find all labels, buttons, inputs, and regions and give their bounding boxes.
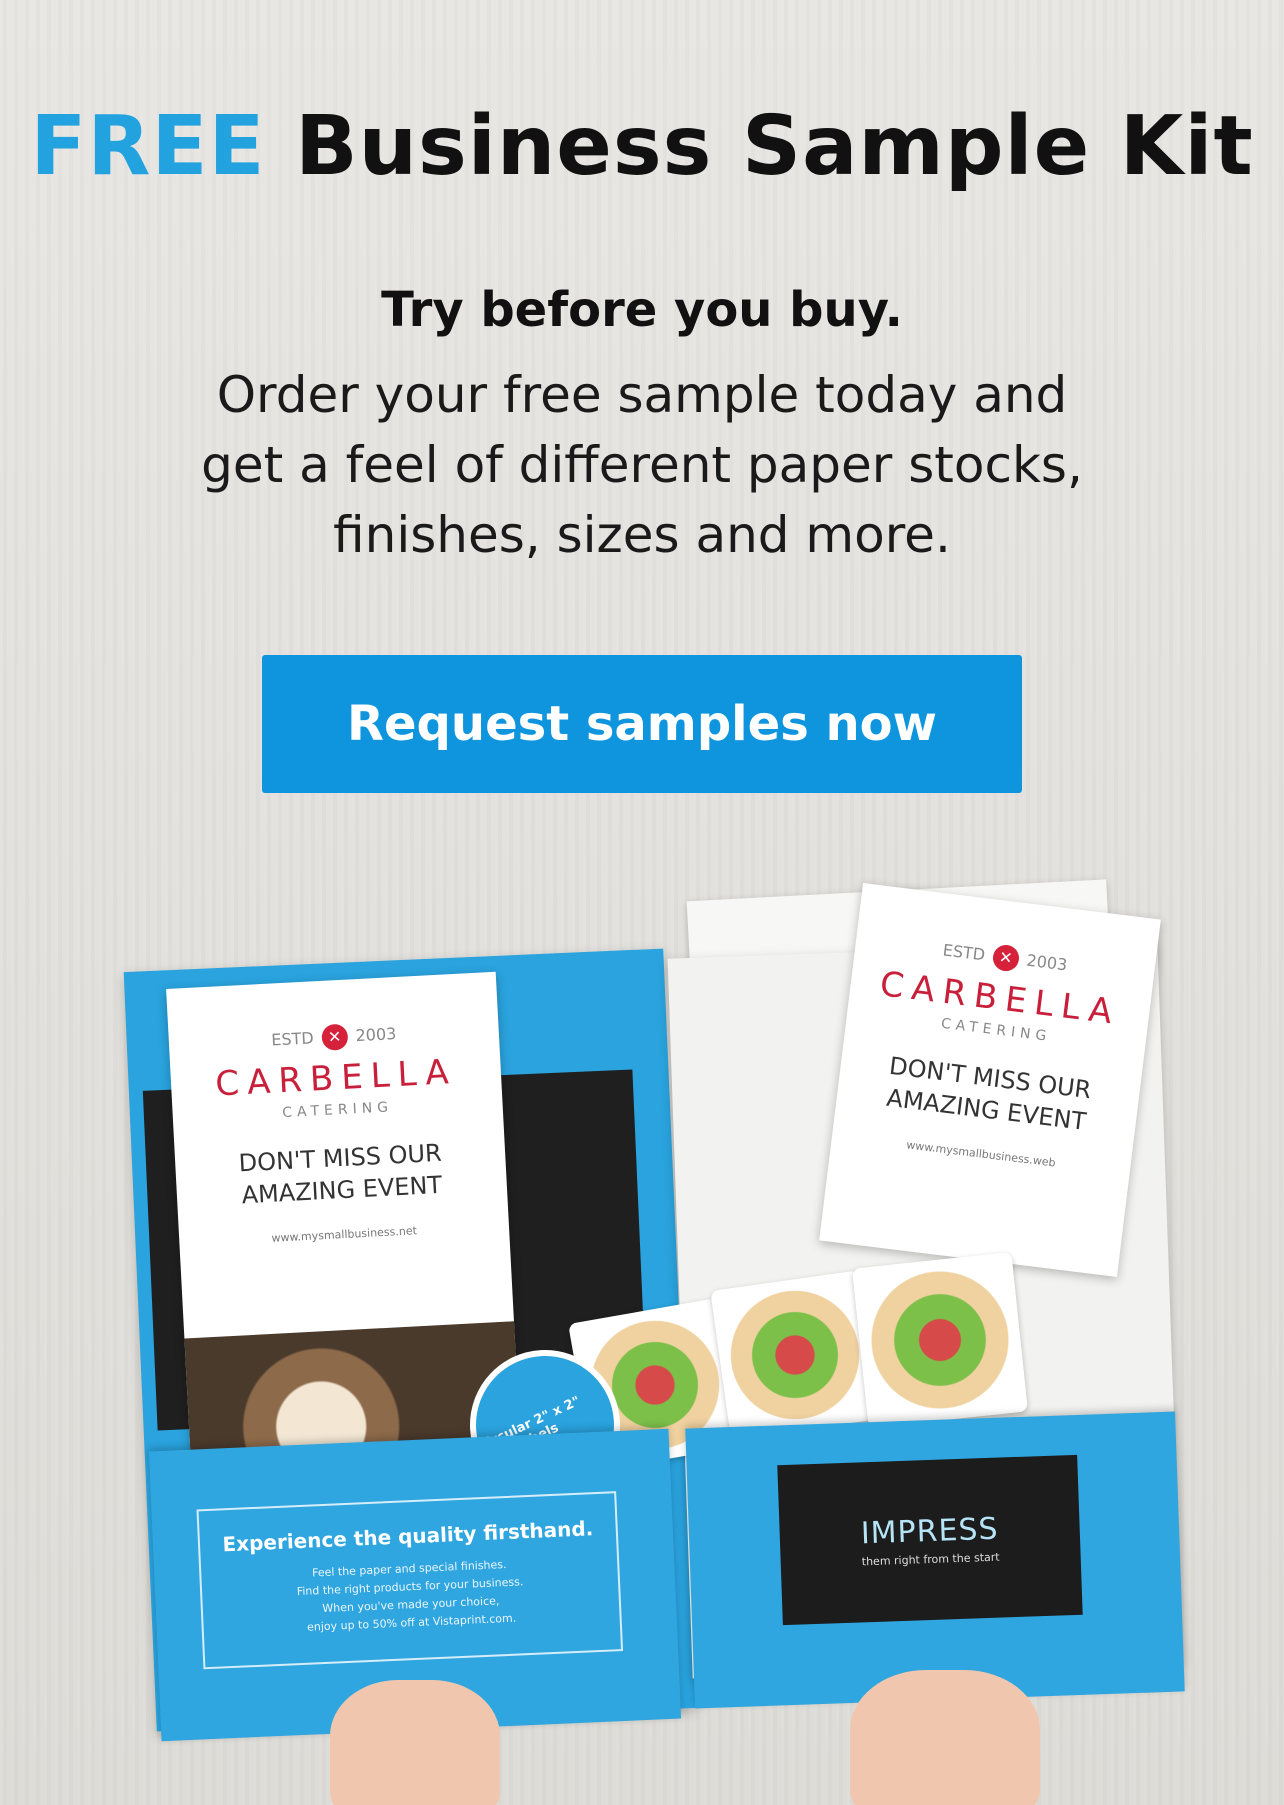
pocket-text: Feel the paper and special finishes. Fin… bbox=[296, 1557, 524, 1634]
headline-free: FREE bbox=[30, 99, 266, 194]
request-samples-button[interactable]: Request samples now bbox=[262, 655, 1022, 793]
sample-kit-photo: ESTD ✕ 2003 CARBELLA CATERING DON'T MISS O… bbox=[80, 879, 1210, 1805]
business-card-name: IMPRESS bbox=[860, 1511, 1000, 1552]
business-card: IMPRESS them right from the start bbox=[777, 1454, 1083, 1626]
label-sample bbox=[852, 1252, 1028, 1428]
flyer-url: www.mysmallbusiness.net bbox=[271, 1224, 418, 1245]
promo-page: FREE Business Sample Kit Try before you … bbox=[0, 0, 1284, 1805]
postcard: ESTD ✕ 2003 CARBELLA CATERING DON'T MISS O… bbox=[819, 883, 1161, 1277]
headline-rest: Business Sample Kit bbox=[295, 99, 1254, 194]
tagline: Try before you buy. bbox=[381, 282, 903, 338]
right-hand bbox=[850, 1670, 1040, 1805]
left-hand bbox=[330, 1680, 500, 1805]
body-copy: Order your free sample today and get a f… bbox=[120, 360, 1164, 570]
body-line: finishes, sizes and more. bbox=[333, 506, 951, 564]
headline: FREE Business Sample Kit bbox=[0, 99, 1284, 194]
promo-text: DON'T MISS OUR AMAZING EVENT bbox=[885, 1051, 1093, 1136]
body-line: get a feel of different paper stocks, bbox=[201, 436, 1083, 494]
body-line: Order your free sample today and bbox=[216, 366, 1068, 424]
promo-text: DON'T MISS OUR AMAZING EVENT bbox=[237, 1138, 443, 1210]
pocket-message: Experience the quality firsthand. Feel t… bbox=[196, 1491, 624, 1670]
pocket-heading: Experience the quality firsthand. bbox=[221, 1516, 594, 1557]
